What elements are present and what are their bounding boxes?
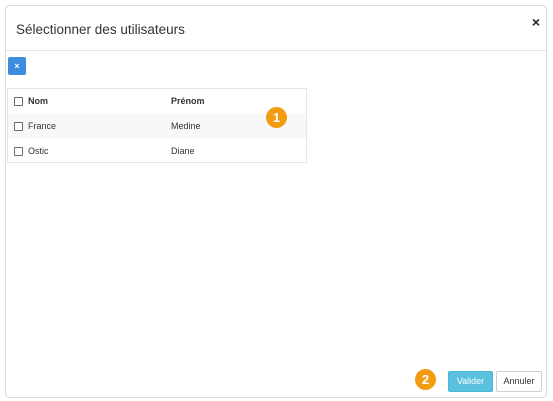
users-table: Nom Prénom France Medine Ostic Diane xyxy=(7,88,307,163)
callout-badge-1: 1 xyxy=(266,107,287,128)
cell-prenom: Medine xyxy=(171,121,201,131)
callout-badge-2: 2 xyxy=(415,369,436,390)
validate-button[interactable]: Valider xyxy=(448,371,493,392)
clear-icon: × xyxy=(14,61,20,71)
select-users-dialog: Sélectionner des utilisateurs × xyxy=(5,5,547,398)
cell-nom: Ostic xyxy=(28,146,49,156)
column-header-nom: Nom xyxy=(28,96,48,106)
table-row[interactable]: France Medine xyxy=(8,114,306,139)
cancel-button[interactable]: Annuler xyxy=(496,371,542,392)
clear-selection-button[interactable]: × xyxy=(8,57,26,75)
select-all-checkbox[interactable] xyxy=(14,97,23,106)
row-checkbox[interactable] xyxy=(14,122,23,131)
close-icon[interactable]: × xyxy=(532,15,540,29)
table-header-row: Nom Prénom xyxy=(8,89,306,114)
row-checkbox[interactable] xyxy=(14,147,23,156)
table-row[interactable]: Ostic Diane xyxy=(8,139,306,164)
dialog-header: Sélectionner des utilisateurs × xyxy=(6,6,546,51)
cell-nom: France xyxy=(28,121,57,131)
cell-prenom: Diane xyxy=(171,146,195,156)
column-header-prenom: Prénom xyxy=(171,96,205,106)
dialog-title: Sélectionner des utilisateurs xyxy=(16,22,185,37)
